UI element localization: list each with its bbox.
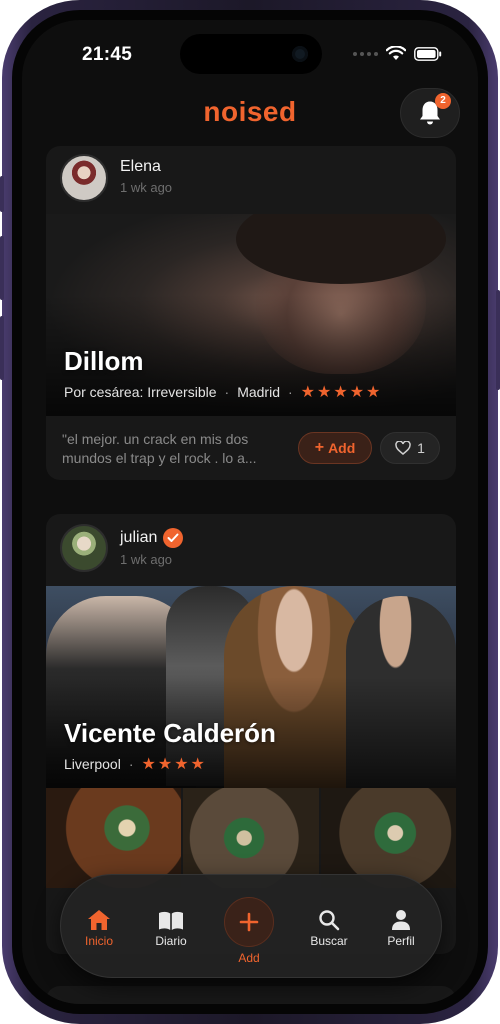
volume-down-button	[0, 316, 4, 380]
concert-photo[interactable]	[320, 788, 456, 888]
book-icon	[159, 911, 183, 930]
verified-badge-icon	[163, 528, 184, 548]
post-header: julian 1 wk ago	[46, 514, 456, 586]
notifications-button[interactable]: 2	[400, 88, 460, 138]
post-card-peek[interactable]	[46, 986, 456, 1004]
battery-icon	[414, 46, 442, 61]
tab-diario[interactable]: Diario	[139, 905, 203, 948]
city-name: Liverpool	[64, 756, 121, 772]
power-button	[496, 290, 500, 390]
post-card[interactable]: Elena 1 wk ago Dillom Por cesárea: Irrev…	[46, 146, 456, 480]
bottom-tab-bar: Inicio Diario Add Buscar Perfil	[60, 874, 442, 978]
home-icon	[88, 910, 110, 930]
volume-up-button	[0, 236, 4, 300]
wifi-icon	[386, 46, 406, 60]
action-button	[0, 176, 4, 212]
search-icon	[319, 910, 340, 931]
add-button[interactable]: + Add	[298, 432, 372, 464]
post-username[interactable]: julian	[120, 528, 184, 548]
tab-add-label[interactable]: Add	[219, 951, 279, 965]
review-row: "el mejor. un crack en mis dos mundos el…	[46, 416, 456, 480]
post-time: 1 wk ago	[120, 552, 173, 567]
status-icons	[353, 46, 442, 61]
post-hero-image[interactable]: Dillom Por cesárea: Irreversible · Madri…	[46, 214, 456, 416]
post-title: Dillom	[64, 346, 144, 376]
rating-stars: ★★★★	[141, 756, 207, 773]
post-header: Elena 1 wk ago	[46, 146, 456, 214]
post-title: Vicente Calderón	[64, 718, 276, 748]
review-text[interactable]: "el mejor. un crack en mis dos mundos el…	[62, 430, 288, 468]
post-username[interactable]: Elena	[120, 158, 161, 176]
avatar[interactable]	[60, 524, 108, 572]
app-screen: 21:45 noised 2 Elena 1 wk ago Dillom Por…	[22, 20, 478, 1004]
concert-photo[interactable]	[183, 788, 319, 888]
plus-icon	[239, 912, 259, 932]
person-icon	[392, 910, 410, 930]
post-meta: Liverpool · ★★★★	[64, 756, 207, 773]
heart-icon	[395, 441, 411, 455]
plus-icon: +	[314, 439, 325, 456]
like-button[interactable]: 1	[380, 432, 440, 464]
rating-stars: ★★★★★	[300, 384, 383, 401]
post-hero-image[interactable]: Vicente Calderón Liverpool · ★★★★	[46, 586, 456, 788]
dynamic-island	[180, 34, 322, 74]
post-time: 1 wk ago	[120, 180, 173, 195]
tab-inicio[interactable]: Inicio	[67, 905, 131, 948]
tab-buscar[interactable]: Buscar	[297, 905, 361, 948]
signal-icon	[353, 51, 378, 56]
avatar[interactable]	[60, 154, 108, 202]
concert-photo[interactable]	[46, 788, 182, 888]
add-tab-button[interactable]	[224, 897, 274, 947]
album-name: Por cesárea: Irreversible	[64, 384, 217, 400]
post-meta: Por cesárea: Irreversible · Madrid · ★★★…	[64, 384, 383, 401]
city-name: Madrid	[237, 384, 280, 400]
photo-strip	[46, 788, 456, 888]
status-time: 21:45	[82, 44, 133, 65]
tab-perfil[interactable]: Perfil	[369, 905, 433, 948]
notification-badge: 2	[435, 93, 451, 109]
like-count: 1	[417, 440, 425, 456]
